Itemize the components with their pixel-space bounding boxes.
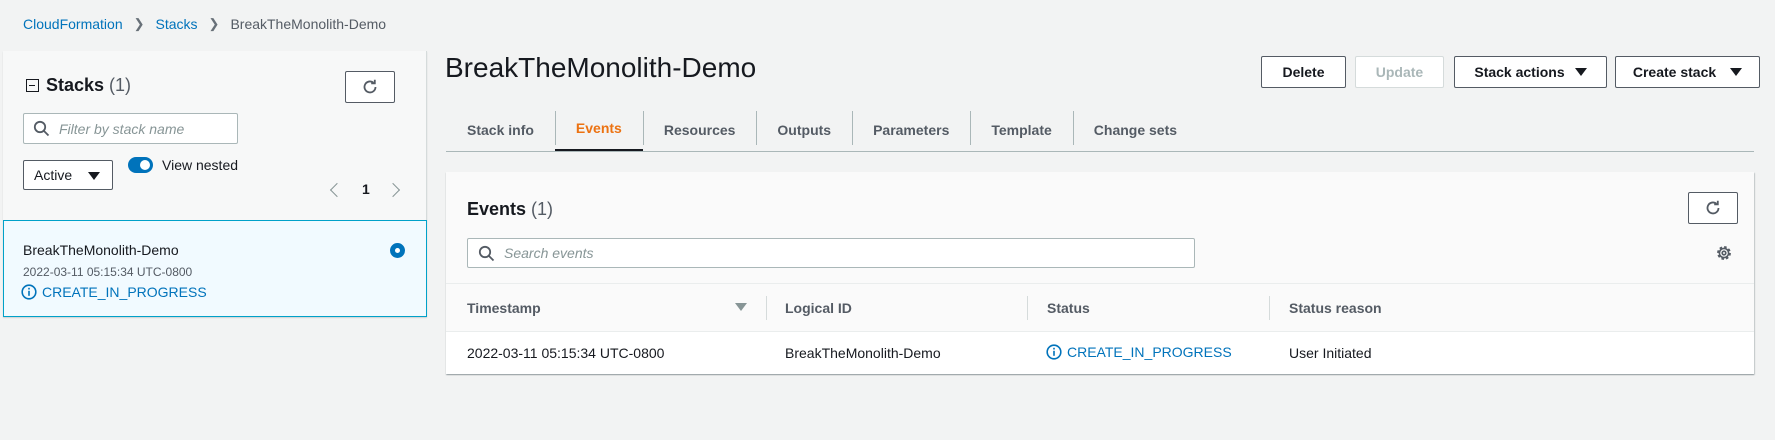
chevron-right-icon xyxy=(385,182,401,198)
event-logical-id: BreakTheMonolith-Demo xyxy=(785,345,941,361)
breadcrumb-current: BreakTheMonolith-Demo xyxy=(230,16,387,32)
create-stack-label: Create stack xyxy=(1632,64,1717,80)
event-timestamp: 2022-03-11 05:15:34 UTC-0800 xyxy=(467,345,665,361)
events-title: Events (1) xyxy=(467,199,553,220)
page-number[interactable]: 1 xyxy=(362,181,370,197)
tab-stack-info[interactable]: Stack info xyxy=(446,107,555,152)
refresh-icon xyxy=(1706,200,1720,215)
view-nested-label: View nested xyxy=(162,157,239,173)
column-header-timestamp[interactable]: Timestamp xyxy=(467,300,541,316)
tabs-divider xyxy=(446,151,1754,152)
breadcrumb-cloudformation-link[interactable]: CloudFormation xyxy=(23,16,123,32)
events-search-input[interactable]: Search events xyxy=(467,238,1195,268)
caret-down-icon xyxy=(1574,68,1587,76)
create-stack-button[interactable]: Create stack xyxy=(1615,56,1760,88)
refresh-icon xyxy=(363,79,377,94)
gear-icon[interactable] xyxy=(1714,243,1734,263)
view-nested-toggle[interactable] xyxy=(128,157,153,173)
chevron-right-icon: ❯ xyxy=(208,16,220,31)
stack-selected-radio[interactable] xyxy=(390,243,405,258)
breadcrumb-stacks-link[interactable]: Stacks xyxy=(156,16,198,32)
stack-actions-label: Stack actions xyxy=(1474,64,1565,80)
search-icon xyxy=(33,120,50,137)
column-header-status[interactable]: Status xyxy=(1047,300,1090,316)
sidebar-title-text: Stacks xyxy=(46,75,105,95)
info-icon xyxy=(1046,344,1062,360)
delete-button[interactable]: Delete xyxy=(1261,56,1346,88)
stack-filter-placeholder: Filter by stack name xyxy=(59,120,185,137)
chevron-right-icon: ❯ xyxy=(133,16,145,31)
stack-card-status: CREATE_IN_PROGRESS xyxy=(21,284,207,300)
next-page-button[interactable] xyxy=(385,180,401,200)
events-table-header xyxy=(446,284,1754,332)
caret-down-icon xyxy=(1730,68,1743,76)
stack-filter-input[interactable]: Filter by stack name xyxy=(23,113,238,144)
collapse-icon[interactable] xyxy=(26,79,39,92)
page-title: BreakTheMonolith-Demo xyxy=(445,52,757,83)
column-header-status-reason[interactable]: Status reason xyxy=(1289,300,1382,316)
sidebar-refresh-button[interactable] xyxy=(345,71,395,103)
column-divider xyxy=(1269,296,1270,320)
event-status-reason: User Initiated xyxy=(1289,345,1372,361)
prev-page-button[interactable] xyxy=(329,180,345,200)
tab-events[interactable]: Events xyxy=(554,107,643,152)
sidebar-title: Stacks (1) xyxy=(26,75,131,96)
event-status-text: CREATE_IN_PROGRESS xyxy=(1067,344,1232,360)
event-status: CREATE_IN_PROGRESS xyxy=(1046,344,1232,360)
status-filter-select[interactable]: Active xyxy=(23,160,113,190)
sort-descending-icon[interactable] xyxy=(735,303,747,311)
stack-card-name: BreakTheMonolith-Demo xyxy=(23,242,179,258)
chevron-left-icon xyxy=(329,182,345,198)
stack-card-status-text: CREATE_IN_PROGRESS xyxy=(42,284,207,300)
update-button[interactable]: Update xyxy=(1355,56,1444,88)
tab-outputs[interactable]: Outputs xyxy=(756,107,852,152)
column-divider xyxy=(1027,296,1028,320)
caret-down-icon xyxy=(88,172,100,180)
events-count: (1) xyxy=(531,199,554,219)
sidebar-stack-count: (1) xyxy=(109,75,132,95)
events-search-placeholder: Search events xyxy=(504,245,594,261)
events-title-text: Events xyxy=(467,199,527,219)
status-filter-value: Active xyxy=(34,167,73,183)
breadcrumb: CloudFormation ❯ Stacks ❯ BreakTheMonoli… xyxy=(23,14,386,34)
search-icon xyxy=(478,245,495,261)
events-refresh-button[interactable] xyxy=(1688,192,1738,224)
tab-change-sets[interactable]: Change sets xyxy=(1072,107,1198,152)
column-divider xyxy=(766,296,767,320)
stack-card-created: 2022-03-11 05:15:34 UTC-0800 xyxy=(23,265,193,279)
column-header-logical-id[interactable]: Logical ID xyxy=(785,300,852,316)
stack-tabs: Stack info Events Resources Outputs Para… xyxy=(446,107,1198,152)
stack-actions-button[interactable]: Stack actions xyxy=(1454,56,1607,88)
tab-resources[interactable]: Resources xyxy=(642,107,757,152)
tab-template[interactable]: Template xyxy=(970,107,1072,152)
info-icon xyxy=(21,284,37,300)
tab-parameters[interactable]: Parameters xyxy=(852,107,970,152)
